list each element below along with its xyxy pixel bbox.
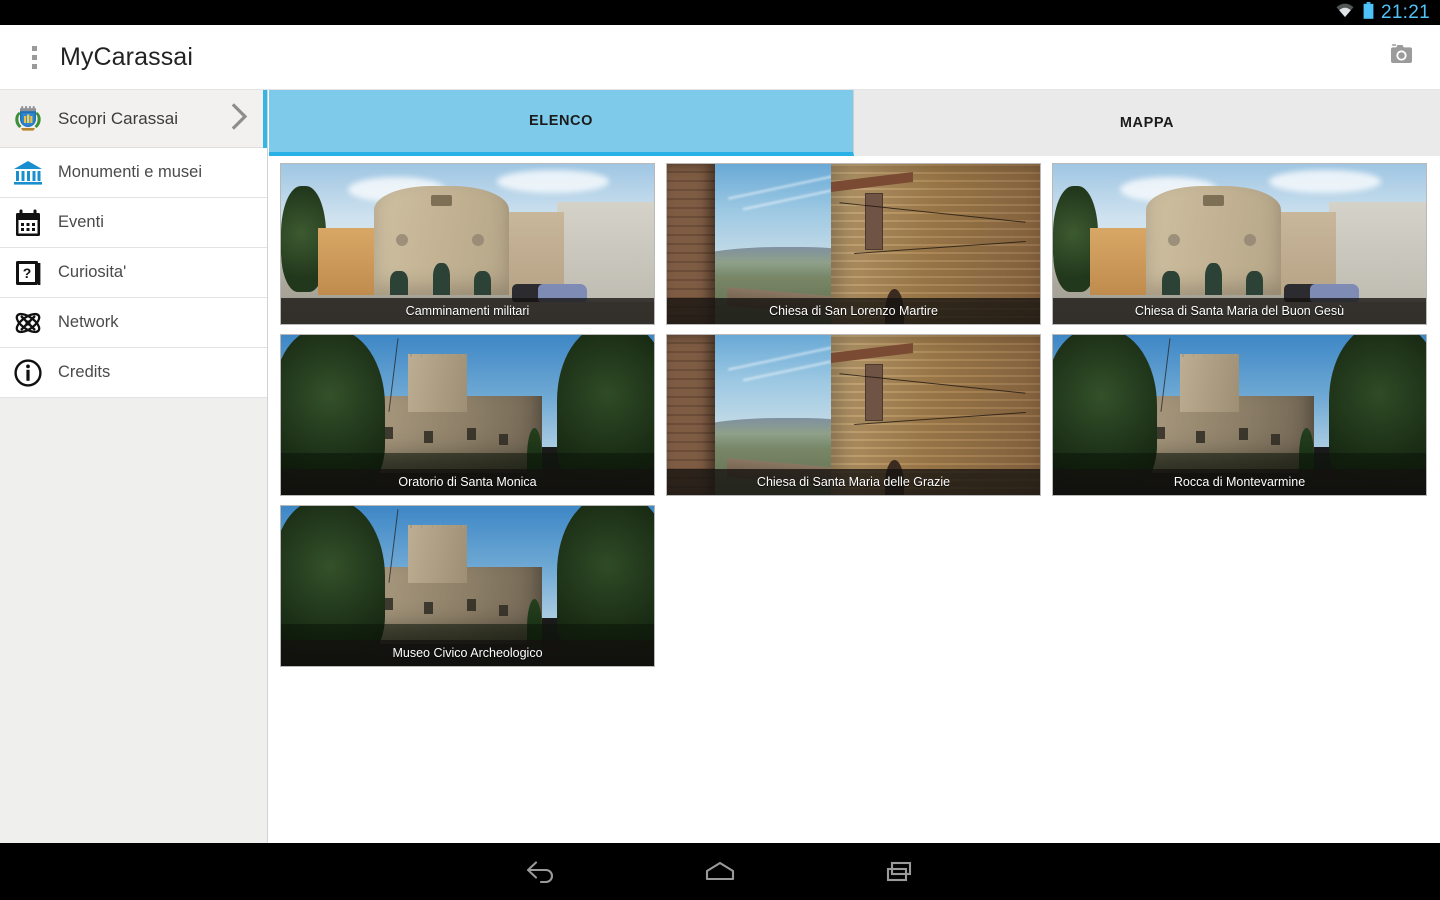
poi-card[interactable]: Rocca di Montevarmine	[1052, 334, 1427, 496]
sidebar-scrollbar-thumb[interactable]	[263, 90, 267, 148]
battery-icon	[1363, 1, 1374, 24]
camera-icon[interactable]	[1388, 42, 1418, 72]
tab-elenco[interactable]: ELENCO	[269, 90, 854, 156]
wifi-icon	[1334, 2, 1356, 23]
sidebar-item-label: Credits	[58, 363, 111, 381]
sidebar-item-eventi[interactable]: Eventi	[0, 198, 267, 248]
poi-caption: Oratorio di Santa Monica	[281, 469, 654, 495]
page-title: MyCarassai	[60, 42, 193, 71]
svg-text:?: ?	[23, 265, 32, 281]
crest-icon	[8, 99, 48, 139]
sidebar-item-label: Eventi	[58, 213, 104, 231]
poi-caption: Chiesa di San Lorenzo Martire	[667, 298, 1040, 324]
poi-card[interactable]: Museo Civico Archeologico	[280, 505, 655, 667]
sidebar-item-label: Scopri Carassai	[58, 108, 178, 128]
status-icons: 21:21	[1334, 0, 1430, 25]
chevron-right-icon	[231, 102, 249, 135]
sidebar-item-label: Network	[58, 313, 119, 331]
poi-caption: Camminamenti militari	[281, 298, 654, 324]
poi-card[interactable]: Oratorio di Santa Monica	[280, 334, 655, 496]
status-clock: 21:21	[1380, 2, 1430, 23]
poi-card[interactable]: Chiesa di San Lorenzo Martire	[666, 163, 1041, 325]
app-bar: MyCarassai	[0, 25, 1440, 90]
poi-caption: Rocca di Montevarmine	[1053, 469, 1426, 495]
sidebar-nav-list: Scopri Carassai Monumenti e musei Eventi…	[0, 90, 267, 398]
sidebar-item-scopri-carassai[interactable]: Scopri Carassai	[0, 90, 267, 148]
poi-caption: Museo Civico Archeologico	[281, 640, 654, 666]
atom-icon	[8, 303, 48, 343]
tab-bar: ELENCO MAPPA	[269, 90, 1440, 156]
content-area: ELENCO MAPPA Camminamenti militari Chies…	[269, 90, 1440, 843]
sidebar-item-label: Monumenti e musei	[58, 163, 202, 181]
poi-caption: Chiesa di Santa Maria del Buon Gesù	[1053, 298, 1426, 324]
poi-card[interactable]: Camminamenti militari	[280, 163, 655, 325]
sidebar-item-label: Curiosita'	[58, 263, 127, 281]
tab-mappa[interactable]: MAPPA	[854, 90, 1440, 156]
back-icon[interactable]	[505, 849, 575, 894]
sidebar-item-curiosita[interactable]: ? Curiosita'	[0, 248, 267, 298]
status-bar: 21:21	[0, 0, 1440, 25]
sidebar: Scopri Carassai Monumenti e musei Eventi…	[0, 90, 268, 843]
poi-card[interactable]: Chiesa di Santa Maria del Buon Gesù	[1052, 163, 1427, 325]
calendar-icon	[8, 203, 48, 243]
poi-caption: Chiesa di Santa Maria delle Grazie	[667, 469, 1040, 495]
overflow-menu-icon[interactable]	[20, 45, 48, 69]
sidebar-item-monumenti-e-musei[interactable]: Monumenti e musei	[0, 148, 267, 198]
home-icon[interactable]	[685, 849, 755, 894]
poi-card-grid: Camminamenti militari Chiesa di San Lore…	[269, 156, 1440, 667]
info-icon	[8, 353, 48, 393]
tab-label: ELENCO	[528, 113, 594, 129]
recents-icon[interactable]	[865, 849, 935, 894]
sidebar-item-credits[interactable]: Credits	[0, 348, 267, 398]
tab-label: MAPPA	[1119, 115, 1175, 131]
poi-card[interactable]: Chiesa di Santa Maria delle Grazie	[666, 334, 1041, 496]
android-navigation-bar	[0, 843, 1440, 900]
question-book-icon: ?	[8, 253, 48, 293]
sidebar-item-network[interactable]: Network	[0, 298, 267, 348]
museum-icon	[8, 153, 48, 193]
